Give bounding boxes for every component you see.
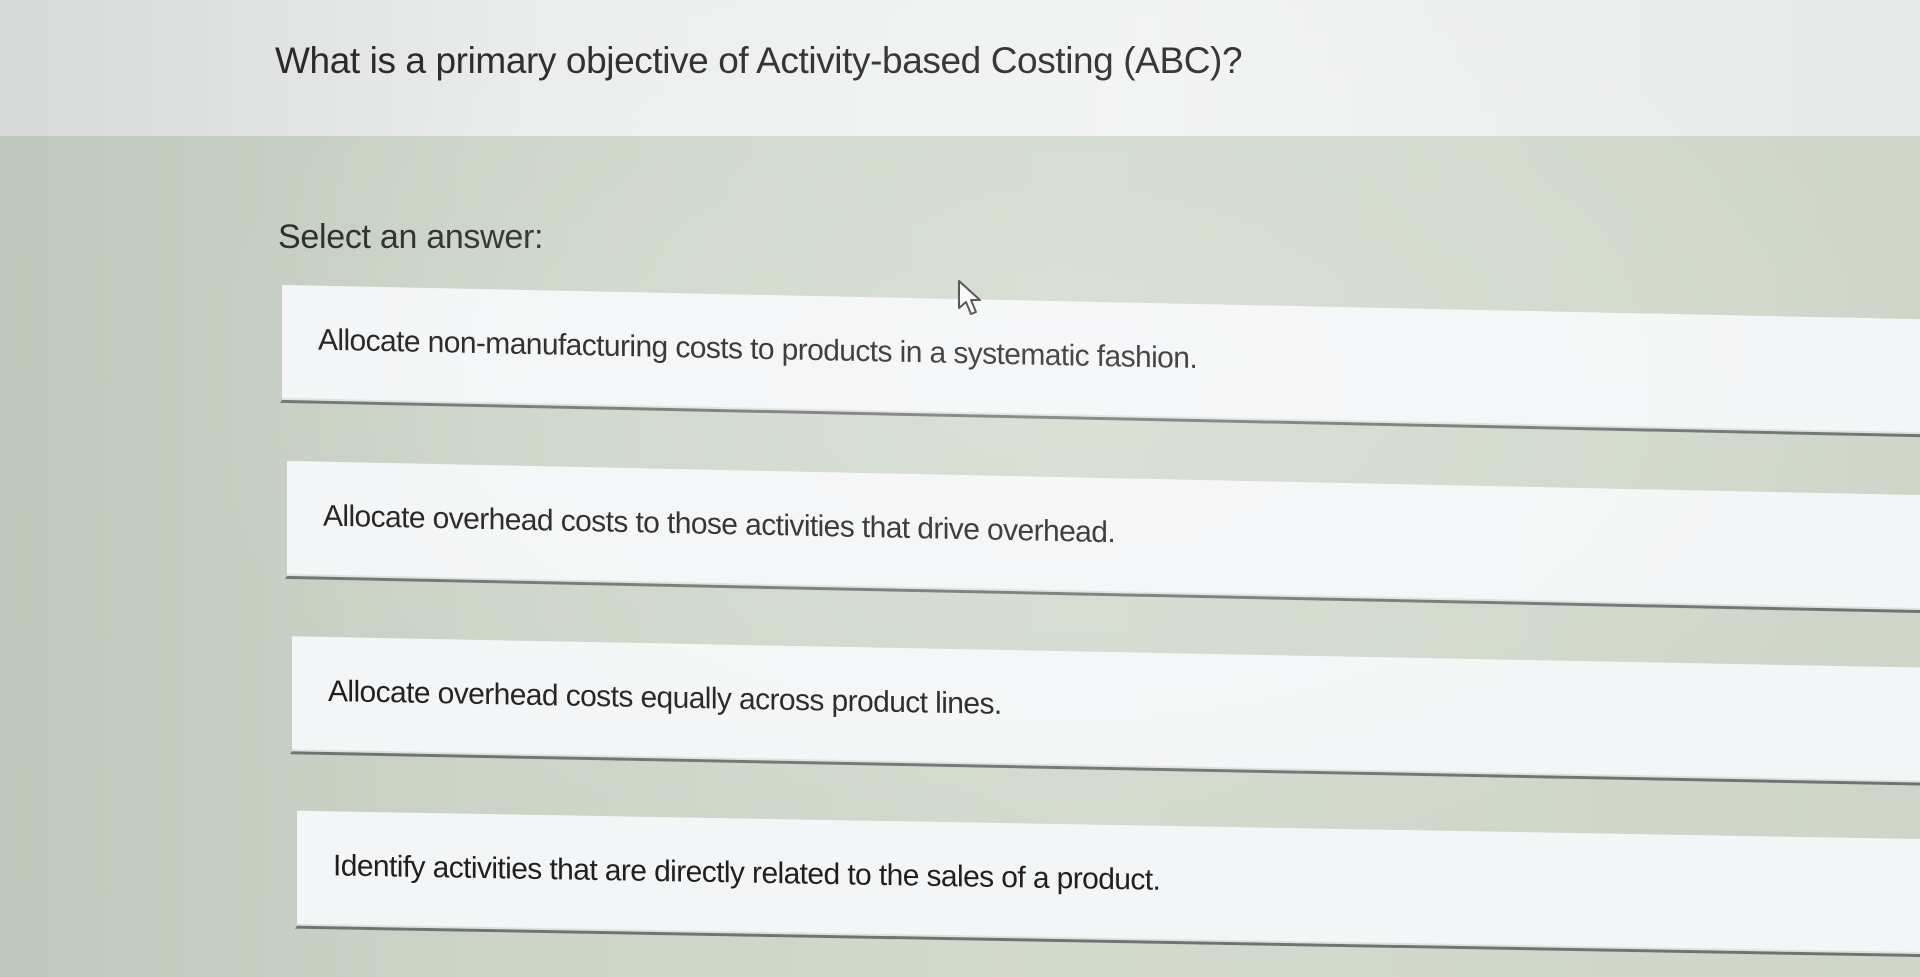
answer-option-label: Allocate overhead costs equally across p… (328, 674, 1002, 721)
answer-option-label: Allocate non-manufacturing costs to prod… (318, 323, 1198, 376)
select-answer-prompt: Select an answer: (278, 218, 544, 256)
mouse-pointer-icon (958, 280, 981, 315)
answer-option-label: Allocate overhead costs to those activit… (323, 499, 1116, 550)
answer-option-label: Identify activities that are directly re… (333, 849, 1161, 897)
question-text: What is a primary objective of Activity-… (275, 40, 1243, 81)
